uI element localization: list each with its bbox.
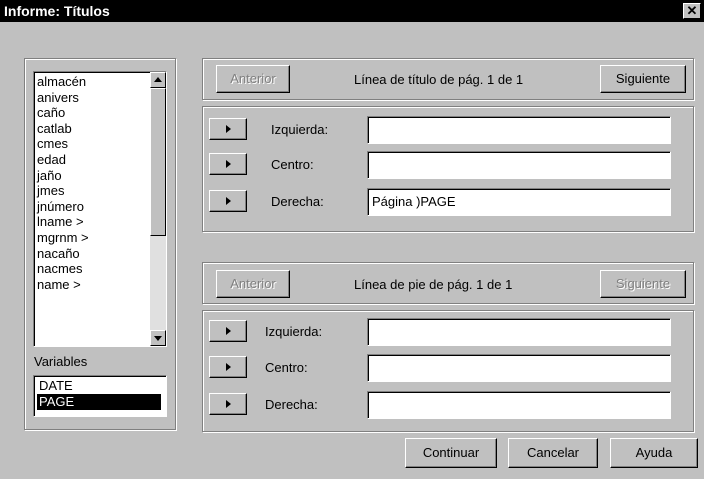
footer-heading: Línea de pie de pág. 1 de 1 bbox=[354, 277, 513, 292]
help-label: Ayuda bbox=[635, 445, 673, 460]
special-vars-listbox[interactable]: DATE PAGE bbox=[33, 375, 167, 417]
title-next-label: Siguiente bbox=[615, 71, 671, 86]
title-left-insert-button[interactable] bbox=[209, 118, 247, 140]
close-icon: ✕ bbox=[686, 3, 698, 18]
variable-item[interactable]: anivers bbox=[37, 90, 89, 106]
footer-center-field[interactable] bbox=[367, 354, 671, 382]
cancel-label: Cancelar bbox=[526, 445, 580, 460]
variables-scrollbar[interactable] bbox=[150, 72, 166, 346]
variable-item[interactable]: jnúmero bbox=[37, 199, 89, 215]
special-var-page[interactable]: PAGE bbox=[37, 394, 161, 410]
title-next-button[interactable]: Siguiente bbox=[600, 65, 686, 93]
variable-item[interactable]: nacmes bbox=[37, 261, 89, 277]
variables-list: almacén anivers caño catlab cmes edad jaño jmes… bbox=[37, 74, 89, 292]
title-center-insert-button[interactable] bbox=[209, 153, 247, 175]
variable-item[interactable]: name > bbox=[37, 277, 89, 293]
footer-next-button[interactable]: Siguiente bbox=[600, 270, 686, 298]
title-heading: Línea de título de pág. 1 de 1 bbox=[354, 72, 524, 87]
variable-item[interactable]: catlab bbox=[37, 121, 89, 137]
window-title: Informe: Títulos bbox=[4, 3, 110, 19]
title-left-field[interactable] bbox=[367, 116, 671, 144]
title-right-field[interactable]: Página )PAGE bbox=[367, 188, 671, 216]
variable-item[interactable]: cmes bbox=[37, 136, 89, 152]
variable-item[interactable]: almacén bbox=[37, 74, 89, 90]
title-prev-button[interactable]: Anterior bbox=[216, 65, 290, 93]
title-right-insert-button[interactable] bbox=[209, 190, 247, 212]
footer-right-field[interactable] bbox=[367, 391, 671, 419]
scroll-down-button[interactable] bbox=[150, 330, 166, 346]
special-vars-label-text: Variables bbox=[34, 354, 88, 369]
close-button[interactable]: ✕ bbox=[683, 3, 701, 19]
footer-prev-button[interactable]: Anterior bbox=[216, 270, 290, 298]
footer-center-label: Centro: bbox=[265, 360, 308, 375]
footer-left-insert-button[interactable] bbox=[209, 320, 247, 342]
variable-item[interactable]: mgrnm > bbox=[37, 230, 89, 246]
footer-right-insert-button[interactable] bbox=[209, 393, 247, 415]
footer-left-label: Izquierda: bbox=[265, 324, 323, 339]
title-right-value: Página )PAGE bbox=[372, 194, 456, 209]
help-button[interactable]: Ayuda bbox=[610, 438, 698, 468]
footer-next-label: Siguiente bbox=[615, 276, 671, 291]
footer-center-insert-button[interactable] bbox=[209, 356, 247, 378]
footer-left-field[interactable] bbox=[367, 318, 671, 346]
special-var-date[interactable]: DATE bbox=[37, 378, 161, 394]
variable-item[interactable]: jaño bbox=[37, 168, 89, 184]
variable-item[interactable]: lname > bbox=[37, 214, 89, 230]
variable-item[interactable]: edad bbox=[37, 152, 89, 168]
special-vars-label: Variables bbox=[34, 354, 87, 369]
scroll-up-button[interactable] bbox=[150, 72, 166, 88]
title-right-label: Derecha: bbox=[271, 194, 324, 209]
footer-right-label: Derecha: bbox=[265, 397, 318, 412]
continue-button[interactable]: Continuar bbox=[405, 438, 497, 468]
title-bar: Informe: Títulos ✕ bbox=[0, 0, 704, 22]
variable-item[interactable]: jmes bbox=[37, 183, 89, 199]
title-center-label: Centro: bbox=[271, 157, 314, 172]
arrow-down-icon bbox=[154, 336, 162, 341]
title-prev-label: Anterior bbox=[230, 71, 276, 86]
title-left-label: Izquierda: bbox=[271, 122, 329, 137]
continue-label: Continuar bbox=[422, 445, 480, 460]
variables-listbox[interactable]: almacén anivers caño catlab cmes edad jaño jmes… bbox=[33, 71, 167, 347]
arrow-up-icon bbox=[154, 77, 162, 82]
scroll-thumb[interactable] bbox=[150, 88, 166, 236]
cancel-button[interactable]: Cancelar bbox=[508, 438, 598, 468]
variable-item[interactable]: caño bbox=[37, 105, 89, 121]
title-center-field[interactable] bbox=[367, 151, 671, 179]
footer-prev-label: Anterior bbox=[230, 276, 276, 291]
variable-item[interactable]: nacaño bbox=[37, 246, 89, 262]
